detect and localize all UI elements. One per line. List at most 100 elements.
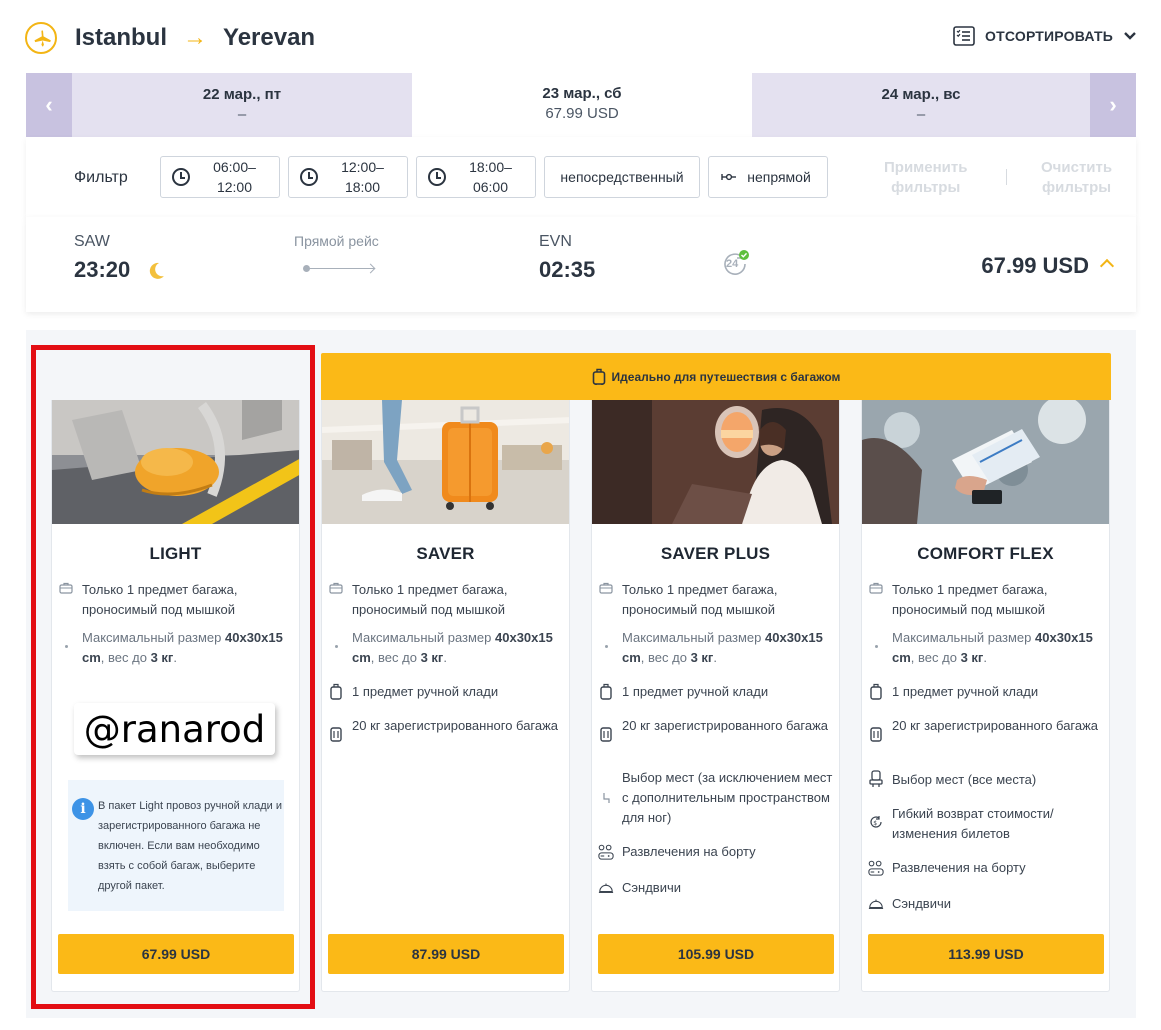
- luggage-icon: [592, 368, 605, 385]
- filter-direct[interactable]: непосредственный: [544, 156, 700, 198]
- size-suffix: .: [443, 650, 447, 665]
- feature-carry-on: 1 предмет ручной клади: [322, 682, 571, 702]
- feature-seat-selection: Выбор мест (за исключением мест с дополн…: [592, 768, 841, 828]
- time-from: 12:00–: [341, 159, 384, 175]
- size-prefix: Максимальный размер: [622, 630, 766, 645]
- filter-label: Фильтр: [74, 169, 128, 186]
- filter-indirect[interactable]: непрямой: [708, 156, 828, 198]
- filter-time-night[interactable]: 18:00– 06:00: [416, 156, 536, 198]
- filter-indirect-label: непрямой: [747, 169, 811, 185]
- select-fare-saver-button[interactable]: 87.99 USD: [328, 934, 564, 974]
- fare-card-light[interactable]: LIGHT Только 1 предмет багажа, проносимы…: [51, 400, 300, 992]
- size-weight: 3 кг: [420, 650, 444, 665]
- seat-icon: [868, 770, 884, 787]
- chevron-up-icon[interactable]: [1099, 258, 1115, 274]
- time-to: 18:00: [344, 179, 381, 195]
- svg-text:$: $: [873, 820, 877, 827]
- bag-icon: [58, 580, 74, 596]
- origin-airport-code: SAW: [74, 233, 110, 250]
- bag-icon: [598, 580, 614, 596]
- info-icon: i: [72, 798, 94, 820]
- moon-icon: [149, 262, 164, 279]
- apply-line2: фильтры: [891, 179, 961, 196]
- fare-name: COMFORT FLEX: [917, 544, 1054, 563]
- filter-time-morning[interactable]: 06:00– 12:00: [160, 156, 280, 198]
- apply-filters-button[interactable]: Применить фильтры: [884, 158, 967, 198]
- chevron-left-icon: ‹: [45, 92, 53, 117]
- size-weight: 3 кг: [150, 650, 174, 665]
- fare-card-saver[interactable]: SAVER Только 1 предмет багажа, проносимы…: [321, 400, 570, 992]
- feature-text: 1 предмет ручной клади: [622, 684, 769, 699]
- feature-text: Только 1 предмет багажа, проносимый под …: [622, 582, 778, 617]
- chevron-down-icon: [1124, 32, 1136, 40]
- date-selector: ‹ 22 мар., пт – 23 мар., сб 67.99 USD 24…: [26, 68, 1136, 137]
- clear-filters-button[interactable]: Очистить фильтры: [1041, 158, 1112, 198]
- date-tab-23-selected[interactable]: 23 мар., сб 67.99 USD: [412, 68, 752, 137]
- dot-icon: [598, 638, 614, 654]
- select-fare-saver-plus-button[interactable]: 105.99 USD: [598, 934, 834, 974]
- select-fare-comfort-flex-button[interactable]: 113.99 USD: [868, 934, 1104, 974]
- clear-line1: Очистить: [1041, 159, 1113, 176]
- origin-city: Istanbul: [75, 24, 168, 51]
- fare-name: SAVER PLUS: [660, 544, 771, 563]
- time-to: 06:00: [472, 179, 509, 195]
- date-next-button[interactable]: ›: [1090, 73, 1136, 137]
- size-suffix: .: [983, 650, 987, 665]
- feature-seat-selection: Выбор мест (все места): [862, 770, 1111, 790]
- select-fare-light-button[interactable]: 67.99 USD: [58, 934, 294, 974]
- sort-label: ОТСОРТИРОВАТЬ: [985, 28, 1113, 44]
- apply-line1: Применить: [884, 159, 968, 176]
- date-tab-22[interactable]: 22 мар., пт –: [72, 73, 412, 137]
- 24h-badge-icon: 24: [720, 249, 750, 279]
- filter-time-label: 06:00– 12:00: [190, 157, 279, 197]
- feature-text: Максимальный размер 40x30x15 cm, вес до …: [82, 628, 293, 668]
- size-prefix: Максимальный размер: [892, 630, 1036, 645]
- fare-card-saver-plus[interactable]: SAVER PLUS Только 1 предмет багажа, прон…: [591, 400, 840, 992]
- feature-size-limit: Максимальный размер 40x30x15 cm, вес до …: [322, 628, 571, 668]
- fare-image-boarding-passes: [862, 400, 1109, 524]
- fare-card-comfort-flex[interactable]: COMFORT FLEX Только 1 предмет багажа, пр…: [861, 400, 1110, 992]
- entertainment-icon: [598, 844, 614, 860]
- info-text: В пакет Light провоз ручной клади и заре…: [98, 800, 283, 892]
- feature-personal-item: Только 1 предмет багажа, проносимый под …: [592, 580, 841, 620]
- date-prev-button[interactable]: ‹: [26, 73, 72, 137]
- size-weight: 3 кг: [690, 650, 714, 665]
- feature-text: Максимальный размер 40x30x15 cm, вес до …: [622, 628, 833, 668]
- size-mid: , вес до: [370, 650, 421, 665]
- departure-time: 23:20: [74, 257, 131, 282]
- feature-text: 20 кг зарегистрированного багажа: [892, 718, 1099, 733]
- filter-time-afternoon[interactable]: 12:00– 18:00: [288, 156, 408, 198]
- time-to: 12:00: [216, 179, 253, 195]
- feature-personal-item: Только 1 предмет багажа, проносимый под …: [862, 580, 1111, 620]
- size-mid: , вес до: [100, 650, 151, 665]
- clock-icon: [300, 168, 318, 186]
- feature-text: Развлечения на борту: [892, 860, 1026, 875]
- seat-icon: [598, 790, 614, 806]
- size-prefix: Максимальный размер: [352, 630, 496, 645]
- carry-on-icon: [598, 683, 614, 700]
- flight-row[interactable]: SAW 23:20 Прямой рейс EVN 02:35 24 67.99…: [26, 217, 1136, 312]
- refund-icon: $: [868, 814, 884, 830]
- feature-text: Сэндвичи: [622, 880, 681, 895]
- feature-text: 20 кг зарегистрированного багажа: [622, 718, 829, 733]
- feature-text: 1 предмет ручной клади: [892, 684, 1039, 699]
- flight-price: 67.99 USD: [981, 253, 1089, 278]
- bag-icon: [868, 580, 884, 596]
- feature-meal: Сэндвичи: [592, 878, 841, 898]
- date-price: –: [237, 106, 247, 123]
- sort-button[interactable]: ОТСОРТИРОВАТЬ: [953, 26, 1137, 46]
- connection-icon: [721, 173, 736, 181]
- feature-checked-bag: 20 кг зарегистрированного багажа: [322, 716, 571, 742]
- destination-airport-code: EVN: [539, 233, 572, 250]
- feature-personal-item: Только 1 предмет багажа, проносимый под …: [322, 580, 571, 620]
- date-tab-24[interactable]: 24 мар., вс –: [752, 73, 1090, 137]
- feature-size-limit: Максимальный размер 40x30x15 cm, вес до …: [862, 628, 1111, 668]
- size-mid: , вес до: [640, 650, 691, 665]
- size-mid: , вес до: [910, 650, 961, 665]
- fare-image-orange-suitcase: [322, 400, 569, 524]
- filter-bar: Фильтр 06:00– 12:00 12:00– 18:00 18:00– …: [26, 137, 1136, 217]
- feature-text: Развлечения на борту: [622, 844, 756, 859]
- 24h-badge-text: 24: [726, 258, 739, 270]
- suitcase-icon: [598, 726, 614, 742]
- feature-size-limit: Максимальный размер 40x30x15 cm, вес до …: [592, 628, 841, 668]
